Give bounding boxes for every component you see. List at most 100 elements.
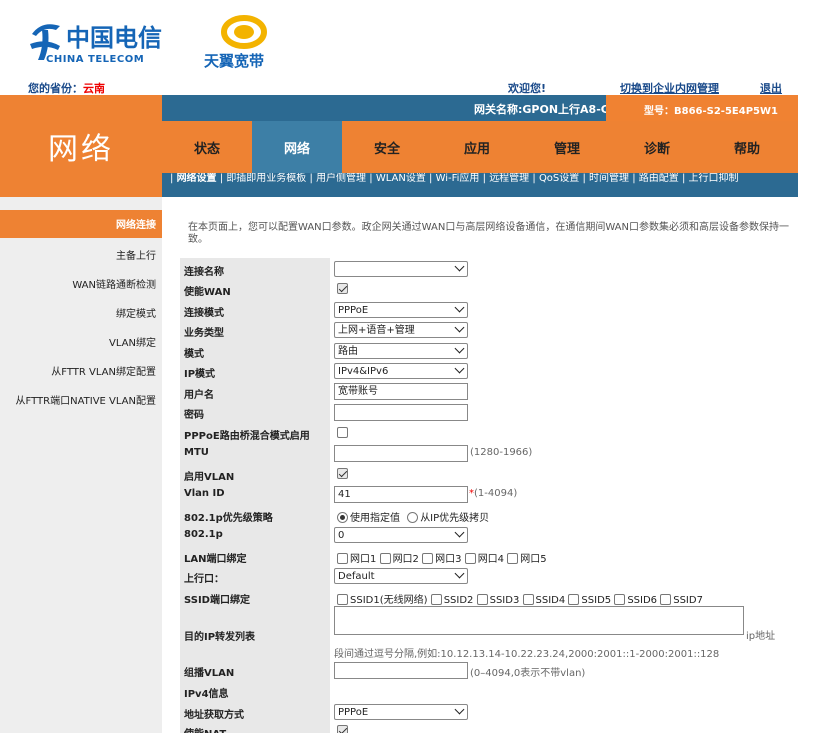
ssid4-label: SSID4 bbox=[535, 595, 566, 606]
username-input[interactable]: 宽带账号 bbox=[334, 383, 468, 400]
gateway-model: 型号：B866-S2-5E4P5W1 bbox=[606, 95, 798, 121]
lan1-checkbox[interactable] bbox=[337, 553, 348, 564]
tab-diagnosis[interactable]: 诊断 bbox=[612, 121, 702, 173]
priority-copy-ip-radio[interactable] bbox=[407, 512, 419, 523]
password-label: 密码 bbox=[184, 410, 204, 421]
subnav-user-side[interactable]: 用户侧管理 bbox=[316, 173, 366, 184]
lan4-checkbox[interactable] bbox=[464, 553, 476, 564]
mode-select[interactable]: 路由 bbox=[334, 343, 468, 359]
subnav-remote[interactable]: 远程管理 bbox=[489, 173, 529, 184]
ssid5-label: SSID5 bbox=[581, 595, 612, 606]
tab-security[interactable]: 安全 bbox=[342, 121, 432, 173]
header: 中国电信 CHINA TELECOM 天翼宽带 您的省份：云南 欢迎您! 切换到… bbox=[0, 0, 800, 95]
page: 中国电信 CHINA TELECOM 天翼宽带 您的省份：云南 欢迎您! 切换到… bbox=[0, 0, 835, 733]
ssid6-checkbox[interactable] bbox=[614, 594, 626, 605]
priority-copy-ip-label: 从IP优先级拷贝 bbox=[420, 513, 490, 524]
mtu-input[interactable] bbox=[334, 445, 468, 462]
service-type-select[interactable]: 上网+语音+管理 bbox=[334, 322, 468, 338]
multicast-vlan-hint: (0–4094,0表示不带vlan) bbox=[470, 668, 586, 679]
vlan-id-label: Vlan ID bbox=[184, 488, 225, 499]
tab-management[interactable]: 管理 bbox=[522, 121, 612, 173]
switch-intranet-link[interactable]: 切换到企业内网管理 bbox=[620, 80, 719, 95]
province-value: 云南 bbox=[83, 82, 105, 95]
chevron-down-icon bbox=[454, 527, 465, 538]
priority-specified-radio[interactable] bbox=[337, 512, 348, 523]
enable-vlan-label: 启用VLAN bbox=[184, 472, 235, 483]
enable-nat-checkbox[interactable] bbox=[337, 725, 348, 733]
lan5-label: 网口5 bbox=[520, 554, 547, 565]
connection-name-label: 连接名称 bbox=[184, 267, 224, 278]
sidebar-item-fttr-vlan-bind[interactable]: 从FTTR VLAN绑定配置 bbox=[51, 363, 156, 378]
ssid2-checkbox[interactable] bbox=[430, 594, 442, 605]
ssid5-checkbox[interactable] bbox=[568, 594, 580, 605]
subnav-wlan[interactable]: WLAN设置 bbox=[376, 173, 426, 184]
section-title: 网络 bbox=[0, 95, 162, 197]
multicast-vlan-label: 组播VLAN bbox=[184, 668, 235, 679]
sidebar-item-fttr-native-vlan[interactable]: 从FTTR端口NATIVE VLAN配置 bbox=[16, 392, 156, 407]
connection-mode-value: PPPoE bbox=[338, 305, 369, 316]
sidebar: 网络连接 主备上行 WAN链路通断检测 绑定模式 VLAN绑定 从FTTR VL… bbox=[0, 197, 162, 733]
tianyi-broadband-logo: 天翼宽带 bbox=[204, 15, 267, 70]
connection-name-select[interactable] bbox=[334, 261, 468, 277]
password-input[interactable] bbox=[334, 404, 468, 421]
sidebar-item-wan-connection[interactable]: 网络连接 bbox=[0, 210, 162, 238]
china-telecom-logo: 中国电信 CHINA TELECOM bbox=[30, 24, 162, 65]
subnav-route[interactable]: 路由配置 bbox=[639, 173, 679, 184]
vlan-id-input[interactable]: 41 bbox=[334, 486, 468, 503]
lan3-checkbox[interactable] bbox=[422, 553, 434, 564]
enable-wan-checkbox[interactable] bbox=[337, 283, 348, 294]
svg-text:中国电信: 中国电信 bbox=[66, 24, 162, 52]
enable-vlan-checkbox[interactable] bbox=[337, 468, 348, 479]
tab-application[interactable]: 应用 bbox=[432, 121, 522, 173]
ssid1-label: SSID1(无线网络) bbox=[350, 595, 428, 606]
lan5-checkbox[interactable] bbox=[507, 553, 519, 564]
sub-nav: | 网络设置 | 即插即用业务模板 | 用户侧管理 | WLAN设置 | Wi-… bbox=[162, 173, 798, 197]
logout-link[interactable]: 退出 bbox=[760, 80, 782, 95]
username-label: 用户名 bbox=[184, 390, 214, 401]
lan-binding-group: 网口1 网口2 网口3 网口4 网口5 bbox=[337, 550, 547, 565]
sidebar-item-backup-uplink[interactable]: 主备上行 bbox=[116, 247, 156, 262]
chevron-down-icon bbox=[454, 302, 465, 313]
uplink-select[interactable]: Default bbox=[334, 568, 468, 584]
tab-status[interactable]: 状态 bbox=[162, 121, 252, 173]
multicast-vlan-input[interactable] bbox=[334, 662, 468, 679]
ssid7-checkbox[interactable] bbox=[660, 594, 672, 605]
ipv4-info-label: IPv4信息 bbox=[184, 689, 229, 700]
ip-mode-select[interactable]: IPv4&IPv6 bbox=[334, 363, 468, 379]
tab-help[interactable]: 帮助 bbox=[702, 121, 792, 173]
sidebar-item-bind-mode[interactable]: 绑定模式 bbox=[116, 305, 156, 320]
ssid4-checkbox[interactable] bbox=[522, 594, 534, 605]
ssid1-checkbox[interactable] bbox=[337, 594, 348, 605]
enable-nat-label: 使能NAT bbox=[184, 725, 226, 733]
subnav-qos[interactable]: QoS设置 bbox=[539, 173, 579, 184]
forward-list-textarea[interactable] bbox=[334, 606, 744, 635]
subnav-network-settings[interactable]: 网络设置 bbox=[177, 173, 217, 184]
sidebar-item-vlan-bind[interactable]: VLAN绑定 bbox=[109, 334, 156, 349]
vlan-id-hint: (1-4094) bbox=[474, 488, 518, 499]
lan-binding-label: LAN端口绑定 bbox=[184, 554, 247, 565]
main-tabs: 状态 网络 安全 应用 管理 诊断 帮助 bbox=[162, 121, 798, 173]
service-type-label: 业务类型 bbox=[184, 328, 224, 339]
chevron-down-icon bbox=[454, 704, 465, 715]
subnav-uplink-suppress[interactable]: 上行口抑制 bbox=[689, 173, 739, 184]
subnav-wifi-app[interactable]: Wi-Fi应用 bbox=[436, 173, 480, 184]
lan2-checkbox[interactable] bbox=[379, 553, 391, 564]
enable-wan-label: 使能WAN bbox=[184, 287, 231, 298]
connection-mode-select[interactable]: PPPoE bbox=[334, 302, 468, 318]
dot1p-label: 802.1p bbox=[184, 529, 223, 540]
pppoe-bridge-checkbox[interactable] bbox=[337, 427, 348, 438]
page-description: 在本页面上，您可以配置WAN口参数。政企网关通过WAN口与高层网络设备通信，在通… bbox=[188, 222, 789, 245]
chevron-down-icon bbox=[454, 363, 465, 374]
sidebar-item-wan-link-detect[interactable]: WAN链路通断检测 bbox=[72, 276, 156, 291]
subnav-plug-and-play[interactable]: 即插即用业务模板 bbox=[226, 173, 306, 184]
dot1p-select[interactable]: 0 bbox=[334, 527, 468, 543]
svg-text:CHINA TELECOM: CHINA TELECOM bbox=[46, 54, 144, 65]
lan1-label: 网口1 bbox=[350, 554, 377, 565]
gateway-name: 网关名称:GPON上行A8-C bbox=[474, 103, 609, 116]
addr-method-select[interactable]: PPPoE bbox=[334, 704, 468, 720]
subnav-time[interactable]: 时间管理 bbox=[589, 173, 629, 184]
ssid-binding-label: SSID端口绑定 bbox=[184, 595, 250, 606]
tab-network[interactable]: 网络 bbox=[252, 121, 342, 173]
svg-text:天翼宽带: 天翼宽带 bbox=[204, 52, 264, 70]
ssid3-checkbox[interactable] bbox=[476, 594, 488, 605]
